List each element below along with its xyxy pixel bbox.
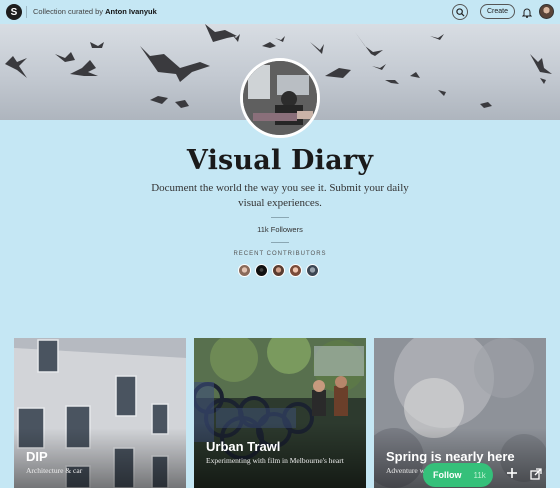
recent-contributors-label: RECENT CONTRIBUTORS [233,251,327,257]
follow-count: 11k [473,470,486,480]
curator-name-link[interactable]: Anton Ivanyuk [105,7,157,16]
contributor-avatar[interactable] [238,264,251,277]
bell-icon [522,8,532,18]
contributor-avatar[interactable] [255,264,268,277]
card-title: DIP [26,449,48,464]
followers-count[interactable]: 11k Followers [0,225,560,234]
collection-profile-image [240,58,320,138]
collection-title: Visual Diary [186,145,374,176]
divider [26,6,27,18]
user-avatar[interactable] [539,4,554,19]
profile-photo [243,61,317,135]
plus-icon [507,468,517,478]
divider [271,217,289,218]
create-button[interactable]: Create [480,4,515,19]
follow-button[interactable]: Follow 11k [423,463,493,487]
app-logo[interactable]: S [6,4,22,20]
collection-card-urban-trawl[interactable]: Urban Trawl Experimenting with film in M… [194,338,366,488]
app-logo-letter: S [10,6,18,18]
collection-description: Document the world the way you see it. S… [151,182,409,209]
contributor-avatar[interactable] [306,264,319,277]
card-subtitle: Experimenting with film in Melbourne's h… [206,456,344,465]
share-button[interactable] [530,467,544,481]
search-icon [455,7,465,17]
contributor-avatar[interactable] [289,264,302,277]
card-title: Spring is nearly here [386,449,515,464]
curated-prefix: Collection curated by [33,7,104,16]
add-button[interactable] [505,467,519,481]
notifications-button[interactable] [520,4,534,20]
contributors-list [238,264,319,277]
card-subtitle: Architecture & car [26,466,83,475]
card-title: Urban Trawl [206,439,281,454]
top-bar: S Collection curated by Anton Ivanyuk Cr… [0,0,560,24]
curated-by-text: Collection curated by Anton Ivanyuk [33,7,157,16]
follow-label: Follow [433,470,462,480]
divider [271,242,289,243]
search-button[interactable] [452,4,468,20]
external-link-icon [530,468,542,480]
contributor-avatar[interactable] [272,264,285,277]
collection-card-dip[interactable]: DIP Architecture & car [14,338,186,488]
